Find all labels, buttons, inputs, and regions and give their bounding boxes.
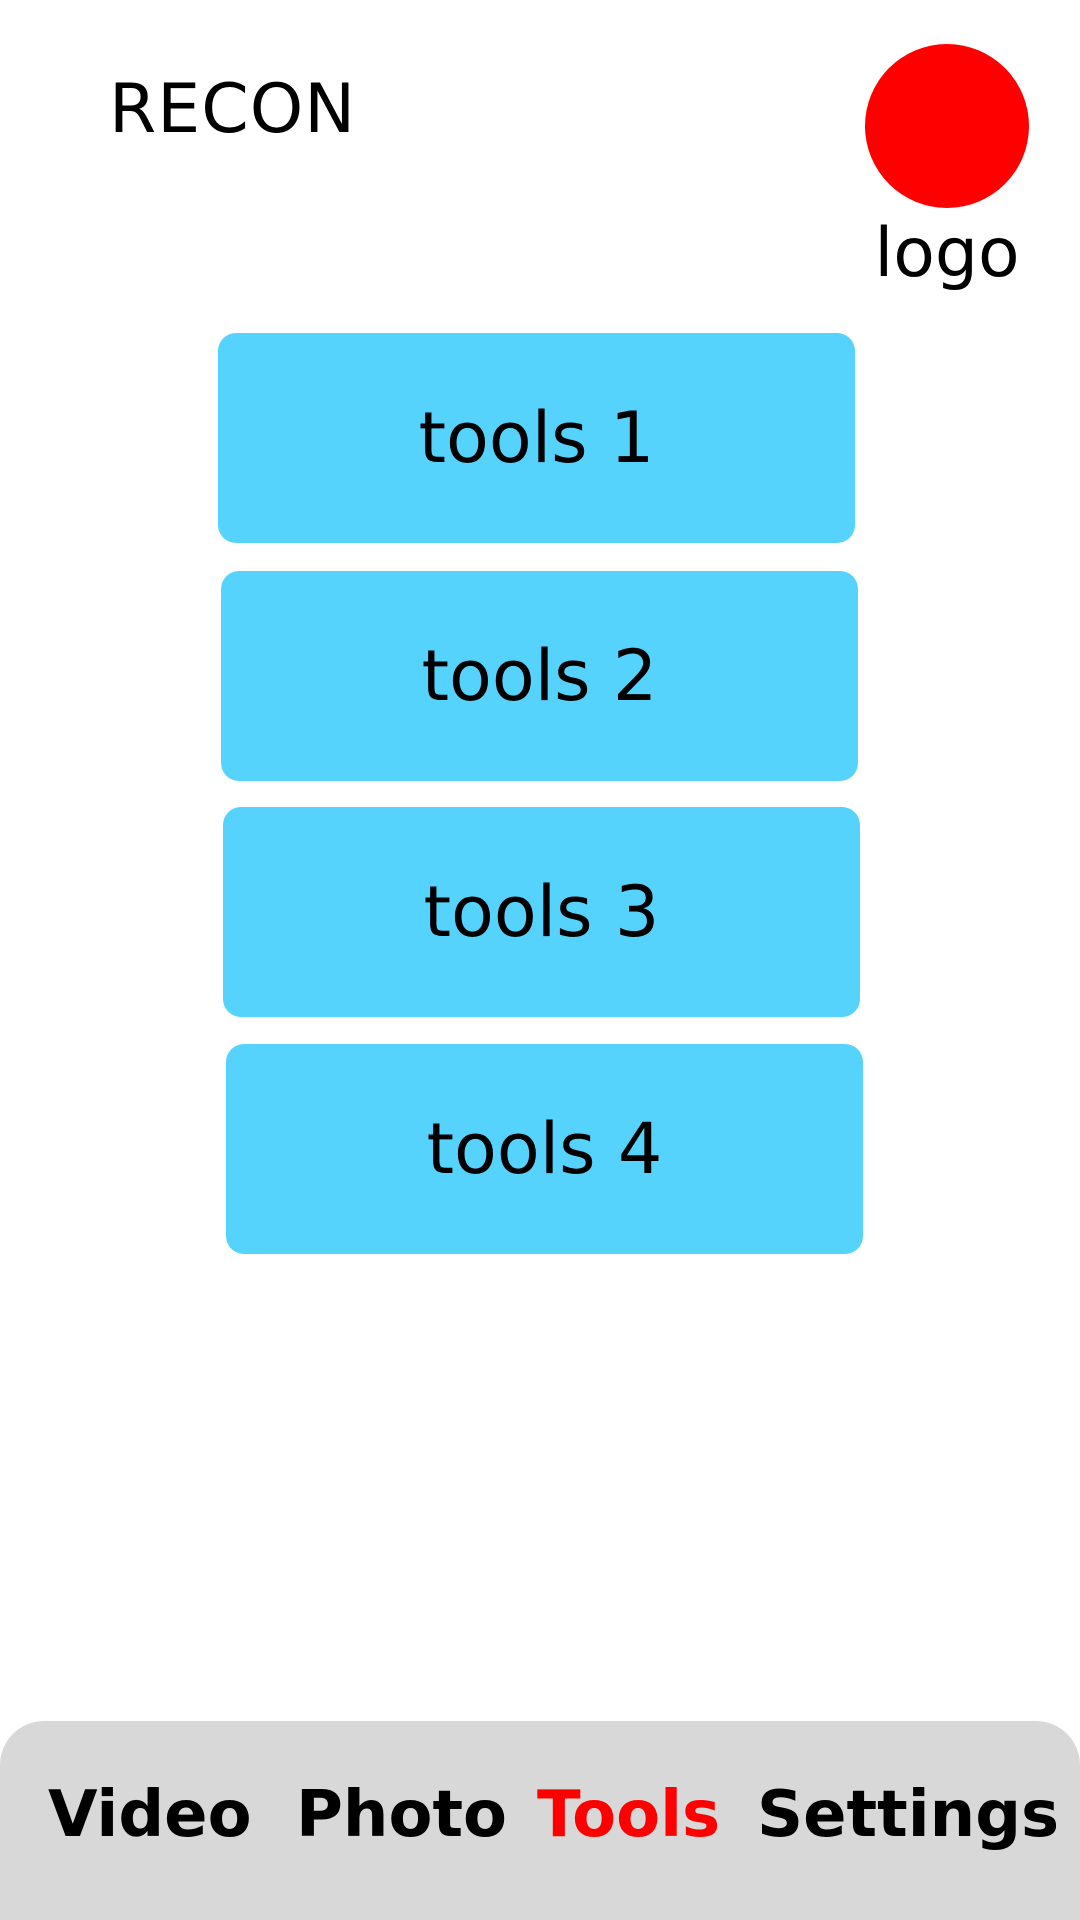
logo-label: logo [874, 214, 1020, 293]
tools-3-button[interactable]: tools 3 [223, 807, 860, 1017]
tools-1-label: tools 1 [418, 397, 655, 479]
app-title: RECON [109, 70, 357, 149]
tools-4-button[interactable]: tools 4 [226, 1044, 863, 1254]
nav-tab-video[interactable]: Video [48, 1773, 252, 1857]
nav-tab-tools[interactable]: Tools [537, 1773, 720, 1857]
tools-2-button[interactable]: tools 2 [221, 571, 858, 781]
tools-3-label: tools 3 [423, 871, 660, 953]
nav-tab-photo[interactable]: Photo [296, 1773, 507, 1857]
logo-icon [865, 44, 1029, 208]
nav-tab-settings[interactable]: Settings [757, 1773, 1059, 1857]
tools-4-label: tools 4 [426, 1108, 663, 1190]
tools-1-button[interactable]: tools 1 [218, 333, 855, 543]
bottom-nav-bar: Video Photo Tools Settings [0, 1721, 1080, 1920]
tools-2-label: tools 2 [421, 635, 658, 717]
